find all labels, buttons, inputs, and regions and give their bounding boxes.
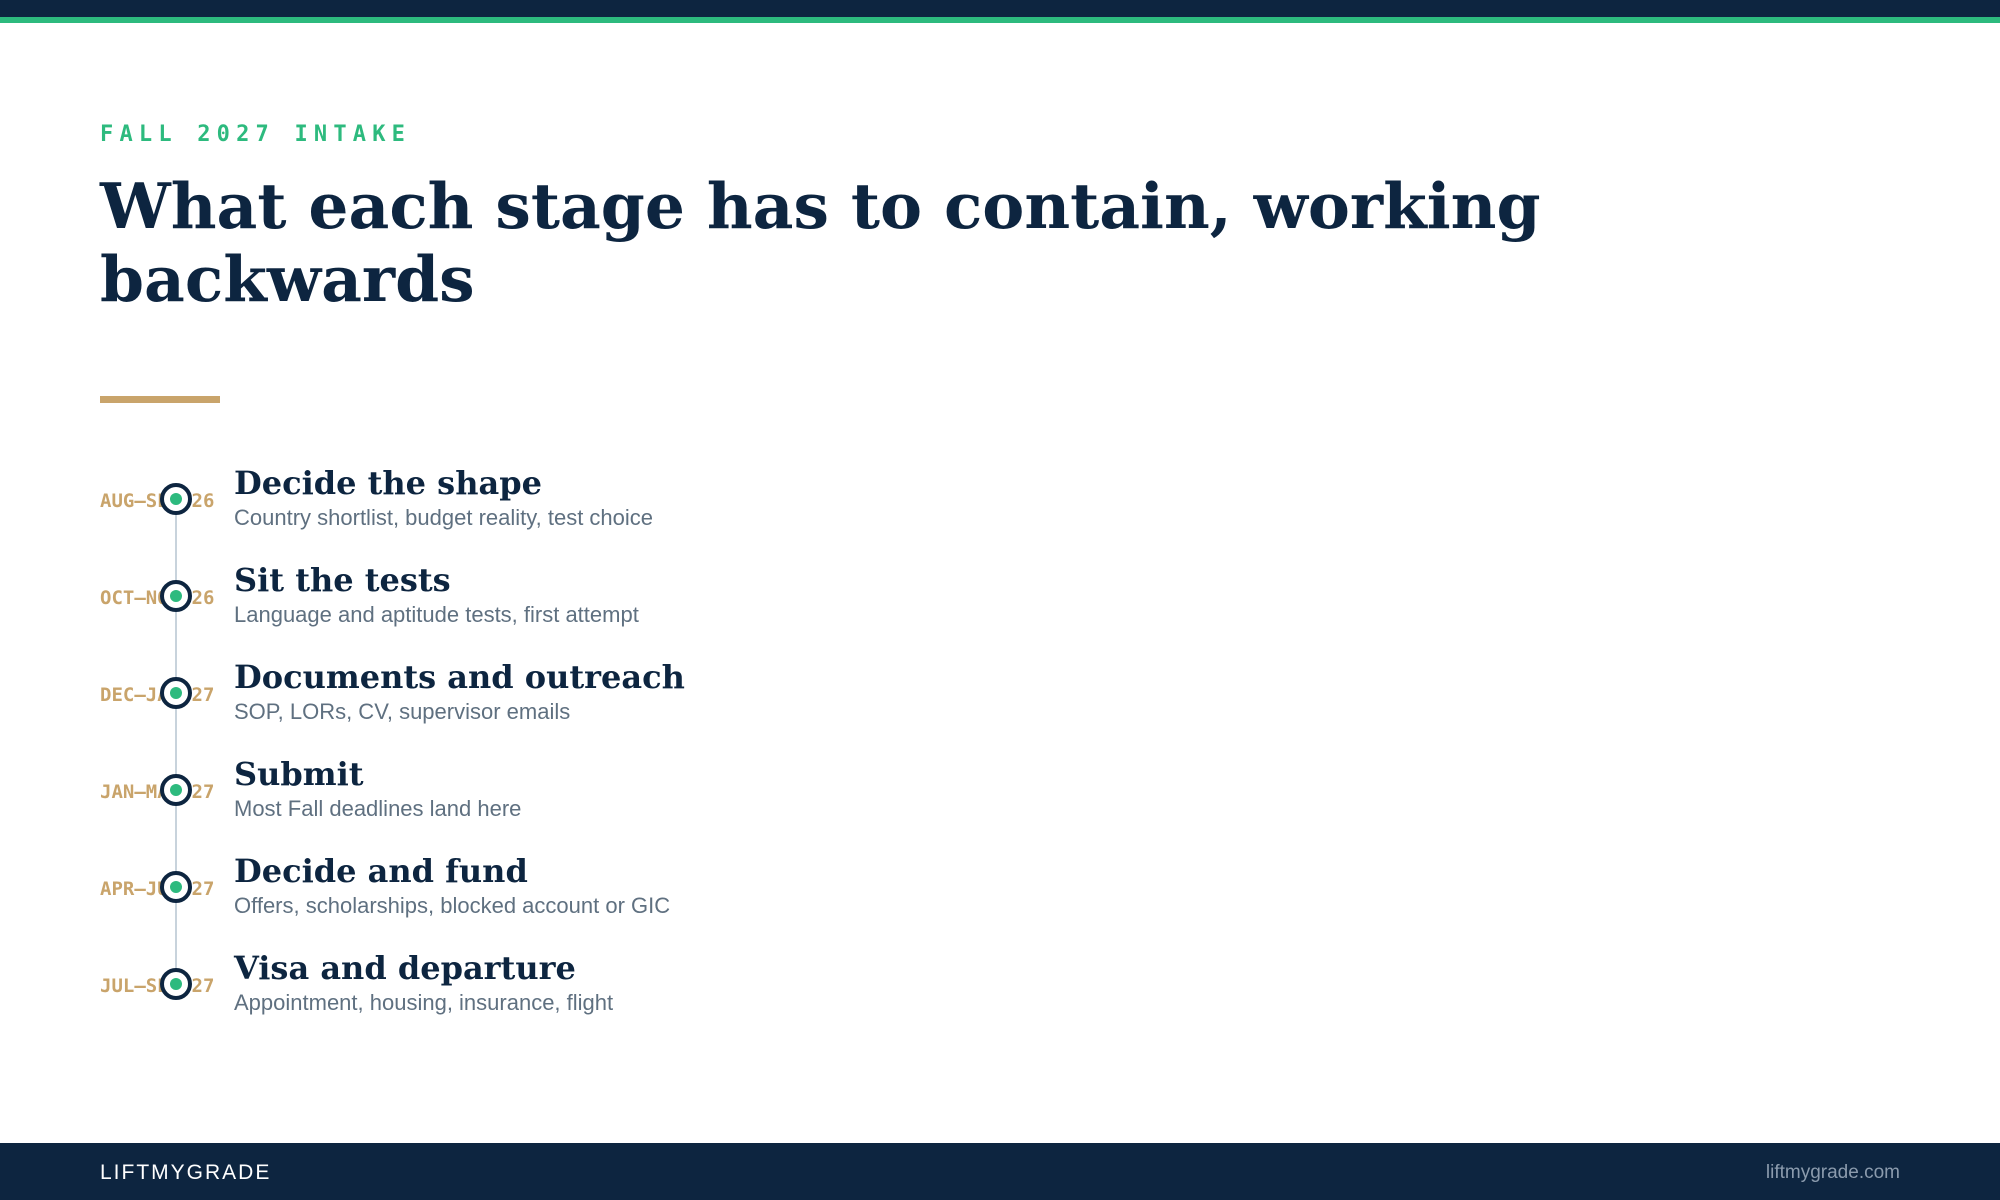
stage-date-range: APR–JUN 27 xyxy=(100,878,215,900)
stage-title: Sit the tests xyxy=(234,561,451,599)
stage-title: Visa and departure xyxy=(234,949,576,987)
stage-description: Country shortlist, budget reality, test … xyxy=(234,505,654,530)
timeline-node-icon xyxy=(160,871,192,903)
stage-title: Submit xyxy=(234,755,364,793)
stage-description: SOP, LORs, CV, supervisor emails xyxy=(234,699,571,724)
stage-date-range: JUL–SEP 27 xyxy=(100,975,215,997)
timeline-stage: DEC–JAN 27 Documents and outreach SOP, L… xyxy=(0,658,900,754)
page-title: What each stage has to contain, working … xyxy=(100,169,1541,316)
eyebrow-label: FALL 2027 INTAKE xyxy=(100,122,412,147)
timeline-stage: JAN–MAR 27 Submit Most Fall deadlines la… xyxy=(0,755,900,851)
top-bar xyxy=(0,0,2000,17)
timeline-node-icon xyxy=(160,774,192,806)
timeline-stage: OCT–NOV 26 Sit the tests Language and ap… xyxy=(0,561,900,657)
stage-date-range: OCT–NOV 26 xyxy=(100,587,215,609)
footer-brand: LIFTMYGRADE xyxy=(100,1161,272,1184)
stage-description: Most Fall deadlines land here xyxy=(234,796,522,821)
timeline-stage: AUG–SEP 26 Decide the shape Country shor… xyxy=(0,464,900,560)
stage-date-range: AUG–SEP 26 xyxy=(100,490,215,512)
stage-date-range: JAN–MAR 27 xyxy=(100,781,215,803)
timeline-node-icon xyxy=(160,483,192,515)
timeline-node-icon xyxy=(160,968,192,1000)
stage-title: Decide and fund xyxy=(234,852,528,890)
top-accent-stripe xyxy=(0,17,2000,23)
timeline-node-icon xyxy=(160,677,192,709)
stage-description: Appointment, housing, insurance, flight xyxy=(234,990,614,1015)
title-divider xyxy=(100,396,220,403)
timeline-stage: JUL–SEP 27 Visa and departure Appointmen… xyxy=(0,949,900,1045)
timeline-node-icon xyxy=(160,580,192,612)
footer-bar: LIFTMYGRADE liftmygrade.com xyxy=(0,1143,2000,1200)
stage-description: Language and aptitude tests, first attem… xyxy=(234,602,639,627)
timeline-stage: APR–JUN 27 Decide and fund Offers, schol… xyxy=(0,852,900,948)
footer-site-url: liftmygrade.com xyxy=(1765,1162,1900,1183)
stage-date-range: DEC–JAN 27 xyxy=(100,684,215,706)
stage-description: Offers, scholarships, blocked account or… xyxy=(234,893,671,918)
stage-title: Documents and outreach xyxy=(234,658,685,696)
stage-title: Decide the shape xyxy=(234,464,542,502)
